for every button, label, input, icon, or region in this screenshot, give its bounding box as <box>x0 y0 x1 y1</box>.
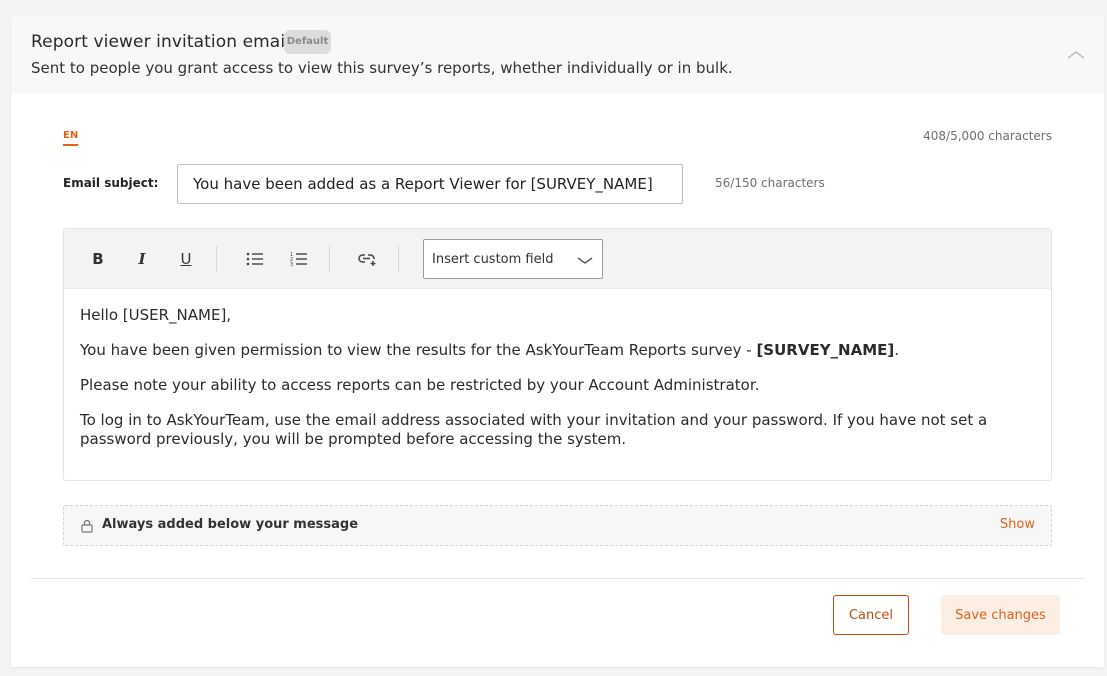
card-title: Report viewer invitation email <box>31 32 290 52</box>
editor-toolbar: B I U 1 2 3 Insert custom field <box>64 229 1051 289</box>
subject-character-count: 56/150 characters <box>715 176 825 190</box>
actions-divider <box>31 578 1084 579</box>
cancel-button[interactable]: Cancel <box>833 595 909 635</box>
email-subject-label: Email subject: <box>63 176 159 190</box>
body-paragraph-permission: You have been given permission to view t… <box>80 341 900 359</box>
survey-name-placeholder: [SURVEY_NAME] <box>756 341 895 359</box>
body-character-count: 408/5,000 characters <box>923 129 1052 143</box>
insert-custom-field-select[interactable]: Insert custom field <box>423 239 603 279</box>
appended-footer-label: Always added below your message <box>102 517 359 532</box>
body-paragraph-login: To log in to AskYourTeam, use the email … <box>80 411 988 448</box>
email-subject-input[interactable] <box>177 164 683 204</box>
link-plus-icon <box>358 254 376 266</box>
numbered-list-icon: 1 2 3 <box>290 252 307 267</box>
toolbar-divider <box>398 246 399 272</box>
tab-language-en[interactable]: EN <box>63 130 79 146</box>
chevron-down-icon <box>577 257 593 264</box>
numbered-list-button[interactable]: 1 2 3 <box>288 248 310 270</box>
bold-button[interactable]: B <box>87 248 109 270</box>
default-badge: Default <box>284 30 331 54</box>
italic-button[interactable]: I <box>131 248 153 270</box>
chevron-up-icon[interactable] <box>1065 48 1087 62</box>
rich-text-editor: B I U 1 2 3 Insert custom field Hello [U… <box>63 228 1052 481</box>
bullet-list-icon <box>246 252 263 266</box>
insert-link-button[interactable] <box>357 248 379 270</box>
underline-icon: U <box>180 250 192 268</box>
bullet-list-button[interactable] <box>244 248 266 270</box>
card-header[interactable]: Report viewer invitation email Default S… <box>11 16 1104 94</box>
body-greeting: Hello [USER_NAME], <box>80 306 232 324</box>
email-template-card: Report viewer invitation email Default S… <box>11 16 1104 667</box>
body-paragraph-restriction: Please note your ability to access repor… <box>80 376 760 394</box>
underline-button[interactable]: U <box>175 248 197 270</box>
custom-field-label: Insert custom field <box>432 252 554 267</box>
lock-icon <box>81 519 93 533</box>
show-footer-link[interactable]: Show <box>1000 517 1035 532</box>
save-changes-button[interactable]: Save changes <box>941 595 1060 635</box>
card-subtitle: Sent to people you grant access to view … <box>31 59 733 77</box>
appended-footer-strip: Always added below your message Show <box>63 505 1052 546</box>
svg-text:3: 3 <box>290 262 293 267</box>
email-body-content[interactable]: Hello [USER_NAME], You have been given p… <box>80 306 1035 465</box>
toolbar-divider <box>329 246 330 272</box>
italic-icon: I <box>138 250 146 268</box>
toolbar-divider <box>216 246 217 272</box>
bold-icon: B <box>92 250 104 268</box>
